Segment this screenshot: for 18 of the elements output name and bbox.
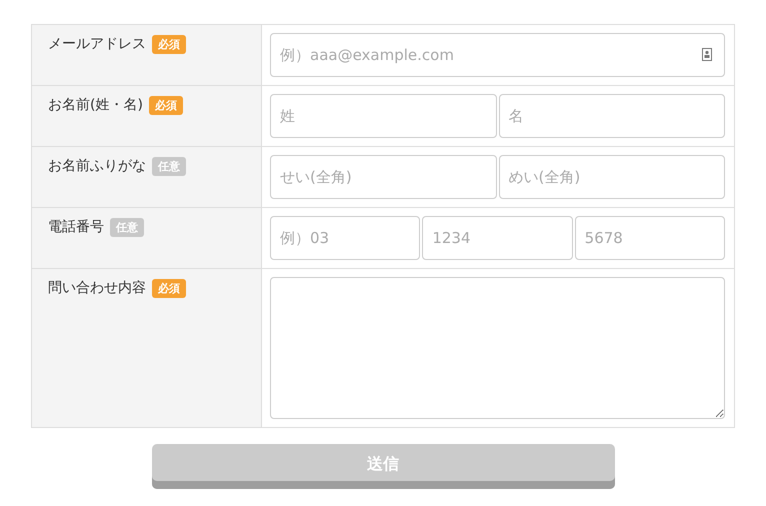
- contact-card-icon[interactable]: [702, 48, 712, 61]
- field-label: 問い合わせ内容: [48, 279, 146, 298]
- badge: 必須: [152, 279, 186, 298]
- field-label: お名前ふりがな: [48, 157, 146, 176]
- badge: 必須: [152, 35, 186, 54]
- field-label: お名前(姓・名): [48, 96, 143, 115]
- text-field[interactable]: 例）03: [270, 216, 420, 260]
- text-field[interactable]: 姓: [270, 94, 496, 138]
- text-field[interactable]: 1234: [422, 216, 573, 260]
- field-label: 電話番号: [48, 218, 104, 237]
- text-field[interactable]: せい(全角): [270, 155, 496, 199]
- text-field[interactable]: 5678: [574, 216, 725, 260]
- email-field[interactable]: 例）aaa@example.com: [270, 33, 725, 77]
- text-field[interactable]: めい(全角): [498, 155, 725, 199]
- text-field[interactable]: 名: [498, 94, 725, 138]
- badge: 必須: [148, 96, 183, 115]
- message-field[interactable]: [270, 277, 725, 419]
- field-label: メールアドレス: [48, 35, 146, 54]
